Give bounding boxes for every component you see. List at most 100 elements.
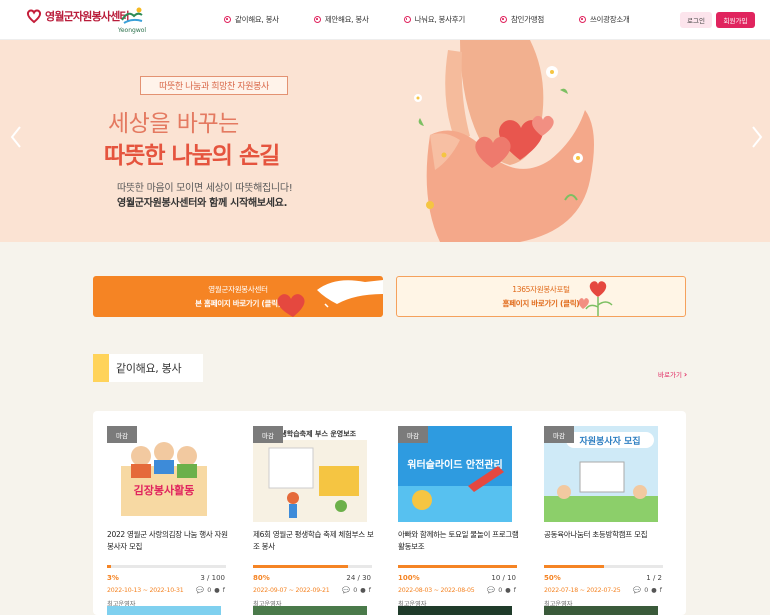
- more-link-label: 바로가기: [658, 371, 682, 379]
- login-button[interactable]: 로그인: [680, 12, 712, 28]
- card-thumbnail: 마감 평생학습축제 부스 운영보조: [253, 426, 367, 522]
- facebook-icon[interactable]: f: [514, 587, 516, 594]
- comment-icon: 💬: [196, 587, 205, 594]
- chat-icon[interactable]: ●: [651, 587, 657, 594]
- volunteer-card[interactable]: 마감 평생학습축제 부스 운영보조 제6회 영월군 평생학습 축제 체험부스 보…: [239, 426, 374, 615]
- card-meta: 💬 0 ● f: [484, 586, 516, 595]
- participant-count: 3 / 100: [200, 574, 225, 582]
- hero-tag: 따뜻한 나눔과 희망찬 자원봉사: [140, 76, 288, 95]
- progress-bar: [253, 565, 372, 568]
- nav-item-propose[interactable]: 제안해요, 봉사: [313, 14, 369, 25]
- hands-heart-illustration: [414, 40, 594, 242]
- progress-percent: 50%: [544, 574, 561, 582]
- participant-count: 1 / 2: [646, 574, 662, 582]
- portal-line1: 1365자원봉사포털: [512, 285, 570, 294]
- card-meta: 💬 0 ● f: [630, 586, 662, 595]
- nav-bullet-icon: [403, 16, 411, 23]
- progress-percent: 100%: [398, 574, 420, 582]
- comment-count: 0: [498, 586, 503, 594]
- main-nav: 같이해요, 봉사 제안해요, 봉사 나눠요, 봉사후기 참인가맹점 쓰이광장소개: [224, 14, 665, 25]
- card-title: 2022 영월군 사랑의김장 나눔 행사 자원봉사자 모집: [107, 530, 228, 551]
- volunteer-card[interactable]: 마감 워터슬라이드 안전관리 아빠와 함께하는 토요일 물놀이 프로그램 활동보…: [384, 426, 519, 615]
- heart-plant-icon: [578, 281, 613, 316]
- section-heading-accent: [93, 354, 109, 382]
- nav-bullet-icon: [313, 16, 321, 23]
- comment-count: 0: [353, 586, 358, 594]
- thumb-caption: 워터슬라이드 안전관리: [407, 458, 502, 471]
- nav-item-about[interactable]: 쓰이광장소개: [578, 14, 630, 25]
- card-thumbnail: 마감 자원봉사자 모집: [544, 426, 658, 522]
- portal-1365-button[interactable]: 1365자원봉사포털 홈페이지 바로가기 (클릭): [396, 276, 686, 317]
- participant-count: 10 / 10: [491, 574, 516, 582]
- progress-fill: [398, 565, 517, 568]
- volunteer-card-list: 마감 김장봉사활동 2022 영월군 사랑의김장 나눔 행사 자원봉사자 모집 …: [93, 411, 686, 615]
- nav-label: 제안해요, 봉사: [324, 15, 369, 24]
- header: 영월군자원봉사센터 Yeongwol 같이해요, 봉사 제안해요, 봉사 나눠요…: [0, 0, 770, 40]
- center-homepage-button[interactable]: 영월군자원봉사센터 본 홈페이지 바로가기 (클릭): [93, 276, 383, 317]
- status-badge: 마감: [253, 426, 283, 443]
- card-thumbnail: 마감 워터슬라이드 안전관리: [398, 426, 512, 522]
- card-title: 제6회 영월군 평생학습 축제 체험부스 보조 봉사: [253, 530, 374, 551]
- section-title: 같이해요, 봉사: [116, 362, 182, 375]
- card-thumbnail-peek[interactable]: [107, 606, 221, 615]
- participant-count: 24 / 30: [346, 574, 371, 582]
- activity-dates: 2022-10-13 ~ 2022-10-31: [107, 587, 184, 594]
- hero-description: 따뜻한 마음이 모이면 세상이 따뜻해집니다!: [117, 183, 293, 194]
- site-logo[interactable]: 영월군자원봉사센터: [26, 8, 130, 24]
- nav-item-stores[interactable]: 참인가맹점: [499, 14, 544, 25]
- hero-next-arrow[interactable]: [750, 125, 764, 149]
- hero-description-bold: 영월군자원봉사센터와 함께 시작해보세요.: [117, 198, 288, 209]
- heart-logo-icon: [26, 8, 42, 24]
- card-title: 공동육아나눔터 초등방학캠프 모집: [544, 530, 648, 539]
- chat-icon[interactable]: ●: [214, 587, 220, 594]
- hero-banner: 따뜻한 나눔과 희망찬 자원봉사 세상을 바꾸는 따뜻한 나눔의 손길 따뜻한 …: [0, 40, 770, 242]
- status-badge: 마감: [398, 426, 428, 443]
- progress-percent: 3%: [107, 574, 119, 582]
- facebook-icon[interactable]: f: [660, 587, 662, 594]
- card-thumbnail-peek[interactable]: [253, 606, 367, 615]
- nav-label: 쓰이광장소개: [589, 15, 630, 24]
- section-heading: 같이해요, 봉사: [93, 354, 203, 382]
- nav-bullet-icon: [578, 16, 586, 23]
- more-link[interactable]: 바로가기 ›: [658, 369, 688, 380]
- yeongwol-mark-icon: [121, 7, 143, 24]
- portal-line2: 홈페이지 바로가기 (클릭): [502, 299, 580, 308]
- nav-label: 나눠요, 봉사후기: [414, 15, 466, 24]
- card-meta: 💬 0 ● f: [339, 586, 371, 595]
- progress-bar: [544, 565, 663, 568]
- nav-item-review[interactable]: 나눠요, 봉사후기: [403, 14, 466, 25]
- facebook-icon[interactable]: f: [223, 587, 225, 594]
- card-title: 아빠와 함께하는 토요일 물놀이 프로그램 활동보조: [398, 530, 519, 551]
- nav-bullet-icon: [499, 16, 507, 23]
- activity-dates: 2022-08-03 ~ 2022-08-05: [398, 587, 475, 594]
- facebook-icon[interactable]: f: [369, 587, 371, 594]
- progress-percent: 80%: [253, 574, 270, 582]
- portal-line1: 영월군자원봉사센터: [208, 285, 268, 294]
- card-meta: 💬 0 ● f: [193, 586, 225, 595]
- logo-subtext: Yeongwol: [118, 27, 147, 34]
- volunteer-card[interactable]: 마감 자원봉사자 모집 공동육아나눔터 초등방학캠프 모집 50% 1 / 2 …: [530, 426, 663, 615]
- thumb-caption: 평생학습축제 부스 운영보조: [274, 429, 357, 438]
- chat-icon[interactable]: ●: [360, 587, 366, 594]
- nav-item-together[interactable]: 같이해요, 봉사: [224, 14, 279, 25]
- nav-label: 같이해요, 봉사: [235, 15, 279, 24]
- hero-title-emphasis: 따뜻한 나눔의 손길: [104, 143, 280, 169]
- card-thumbnail-peek[interactable]: [544, 606, 658, 615]
- hero-title: 세상을 바꾸는: [108, 111, 239, 137]
- chat-icon[interactable]: ●: [505, 587, 511, 594]
- comment-icon: 💬: [342, 587, 351, 594]
- chevron-right-icon: ›: [683, 369, 688, 379]
- volunteer-card[interactable]: 마감 김장봉사활동 2022 영월군 사랑의김장 나눔 행사 자원봉사자 모집 …: [93, 426, 228, 615]
- comment-icon: 💬: [633, 587, 642, 594]
- hero-prev-arrow[interactable]: [9, 125, 23, 149]
- thumb-caption: 김장봉사활동: [134, 483, 195, 497]
- progress-bar: [398, 565, 517, 568]
- activity-dates: 2022-09-07 ~ 2022-09-21: [253, 587, 330, 594]
- comment-count: 0: [644, 586, 649, 594]
- card-thumbnail-peek[interactable]: [398, 606, 512, 615]
- join-button[interactable]: 회원가입: [716, 12, 755, 28]
- progress-bar: [107, 565, 226, 568]
- status-badge: 마감: [544, 426, 574, 443]
- comment-count: 0: [207, 586, 212, 594]
- thumb-caption: 자원봉사자 모집: [579, 435, 640, 447]
